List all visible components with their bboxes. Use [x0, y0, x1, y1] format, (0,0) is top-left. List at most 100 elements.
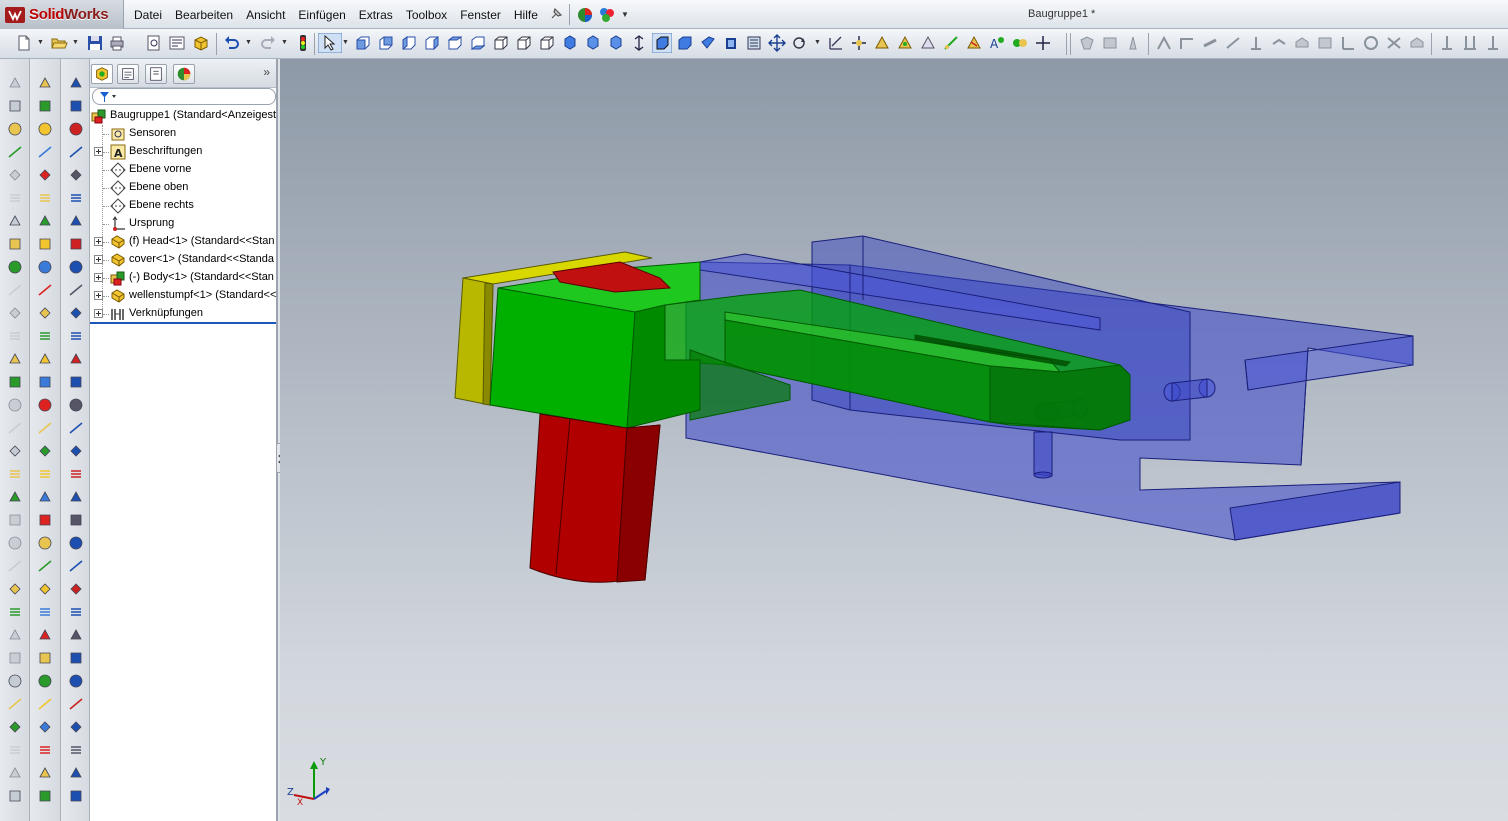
- interference-check-icon[interactable]: [965, 34, 983, 52]
- toolbar-tool-icon[interactable]: [37, 397, 53, 413]
- toolbar-tool-icon[interactable]: [7, 397, 23, 413]
- toolbar-tool-icon[interactable]: [68, 719, 84, 735]
- normal-to-icon[interactable]: [561, 34, 579, 52]
- toolbar-tool-icon[interactable]: [37, 604, 53, 620]
- toolbar-tool-icon[interactable]: [68, 282, 84, 298]
- toolbar-tool-icon[interactable]: [68, 489, 84, 505]
- tree-item-ebene-vorne[interactable]: Ebene vorne: [90, 161, 276, 179]
- toolbar-tool-icon[interactable]: [37, 236, 53, 252]
- toolbar-tool-icon[interactable]: [7, 144, 23, 160]
- menu-ansicht[interactable]: Ansicht: [246, 8, 285, 22]
- shaded-icon[interactable]: [676, 34, 694, 52]
- expand-toggle-icon[interactable]: [94, 255, 103, 264]
- toolbar-tool-icon[interactable]: [7, 696, 23, 712]
- view-bottom-icon[interactable]: [469, 34, 487, 52]
- select-arrow-icon[interactable]: [318, 33, 342, 53]
- view-trimetric-icon[interactable]: [515, 34, 533, 52]
- tree-item-wellenstumpf[interactable]: wellenstumpf<1> (Standard<<: [90, 287, 276, 305]
- undo-icon[interactable]: [223, 34, 241, 52]
- tree-item-sensoren[interactable]: Sensoren: [90, 125, 276, 143]
- toolbar-tool-icon[interactable]: [7, 788, 23, 804]
- section-view-icon[interactable]: [699, 34, 717, 52]
- toolbar-tool-icon[interactable]: [7, 213, 23, 229]
- zoom-to-fit-icon[interactable]: [630, 34, 648, 52]
- toolbar-tool-icon[interactable]: [68, 765, 84, 781]
- toolbar-tool-icon[interactable]: [68, 788, 84, 804]
- toolbar-tool-icon[interactable]: [7, 75, 23, 91]
- toolbar-tool-icon[interactable]: [37, 282, 53, 298]
- assembly-feature-icon[interactable]: [873, 34, 891, 52]
- toolbar-tool-icon[interactable]: [7, 512, 23, 528]
- hidden-lines-icon[interactable]: [722, 34, 740, 52]
- tree-item-ebene-rechts[interactable]: Ebene rechts: [90, 197, 276, 215]
- toolbar-tool-icon[interactable]: [68, 696, 84, 712]
- pan-icon[interactable]: [768, 34, 786, 52]
- toolbar-tool-icon[interactable]: [37, 259, 53, 275]
- menu-extras[interactable]: Extras: [359, 8, 393, 22]
- rotate-view-icon[interactable]: [791, 34, 809, 52]
- disabled-tool-icon[interactable]: [1101, 34, 1119, 52]
- feature-tree-tab-icon[interactable]: [91, 64, 113, 84]
- rotate-dropdown-arrow[interactable]: ▼: [814, 39, 821, 46]
- toolbar-tool-icon[interactable]: [7, 627, 23, 643]
- toolbar-tool-icon[interactable]: [7, 489, 23, 505]
- toolbar-tool-icon[interactable]: [68, 190, 84, 206]
- disabled-tool-icon[interactable]: [1408, 34, 1426, 52]
- disabled-tool-icon[interactable]: [1078, 34, 1096, 52]
- disabled-tool-icon[interactable]: [1224, 34, 1242, 52]
- toolbar-tool-icon[interactable]: [68, 351, 84, 367]
- expand-toggle-icon[interactable]: [94, 237, 103, 246]
- menu-fenster[interactable]: Fenster: [460, 8, 501, 22]
- smart-fasteners-icon[interactable]: [896, 34, 914, 52]
- open-dropdown-arrow[interactable]: ▼: [72, 39, 79, 46]
- explode-line-icon[interactable]: [942, 34, 960, 52]
- shaded-with-edges-icon[interactable]: [652, 33, 672, 53]
- toolbar-tool-icon[interactable]: [7, 259, 23, 275]
- redo-icon[interactable]: [259, 34, 277, 52]
- toolbar-tool-icon[interactable]: [68, 75, 84, 91]
- scene-icon[interactable]: [598, 7, 616, 23]
- toolbar-tool-icon[interactable]: [37, 489, 53, 505]
- disabled-tool-icon[interactable]: [1316, 34, 1334, 52]
- disabled-tool-icon[interactable]: [1247, 34, 1265, 52]
- menu-einfuegen[interactable]: Einfügen: [298, 8, 345, 22]
- feature-tree-filter[interactable]: [92, 88, 276, 105]
- menu-datei[interactable]: Datei: [134, 8, 162, 22]
- toolbar-tool-icon[interactable]: [68, 627, 84, 643]
- disabled-tool-icon[interactable]: [1293, 34, 1311, 52]
- toolbar-tool-icon[interactable]: [7, 236, 23, 252]
- new-document-icon[interactable]: [15, 34, 33, 52]
- disabled-tool-icon[interactable]: [1484, 34, 1502, 52]
- view-front-icon[interactable]: [354, 34, 372, 52]
- toolbar-tool-icon[interactable]: [68, 742, 84, 758]
- toolbar-tool-icon[interactable]: [68, 650, 84, 666]
- toolbar-tool-icon[interactable]: [37, 213, 53, 229]
- hole-alignment-icon[interactable]: A: [988, 34, 1006, 52]
- toolbar-tool-icon[interactable]: [7, 443, 23, 459]
- expand-panel-icon[interactable]: »: [263, 65, 270, 79]
- toolbar-tool-icon[interactable]: [7, 719, 23, 735]
- configuration-manager-tab-icon[interactable]: [145, 64, 167, 84]
- toolbar-tool-icon[interactable]: [68, 466, 84, 482]
- disabled-tool-icon[interactable]: [1385, 34, 1403, 52]
- tree-item-ebene-oben[interactable]: Ebene oben: [90, 179, 276, 197]
- disabled-tool-icon[interactable]: [1155, 34, 1173, 52]
- toolbar-tool-icon[interactable]: [68, 420, 84, 436]
- toolbar-tool-icon[interactable]: [7, 190, 23, 206]
- toolbar-tool-icon[interactable]: [37, 765, 53, 781]
- toolbar-tool-icon[interactable]: [68, 512, 84, 528]
- toolbar-tool-icon[interactable]: [7, 765, 23, 781]
- tree-item-head[interactable]: (f) Head<1> (Standard<<Stan: [90, 233, 276, 251]
- expand-toggle-icon[interactable]: [94, 291, 103, 300]
- toolbar-tool-icon[interactable]: [7, 305, 23, 321]
- view-back-icon[interactable]: [377, 34, 395, 52]
- toolbar-tool-icon[interactable]: [37, 98, 53, 114]
- disabled-tool-icon[interactable]: [1201, 34, 1219, 52]
- toolbar-tool-icon[interactable]: [7, 673, 23, 689]
- toolbar-tool-icon[interactable]: [68, 558, 84, 574]
- toolbar-tool-icon[interactable]: [37, 581, 53, 597]
- expand-toggle-icon[interactable]: [94, 309, 103, 318]
- disabled-tool-icon[interactable]: [1270, 34, 1288, 52]
- rollback-bar[interactable]: [90, 322, 276, 324]
- toolbar-tool-icon[interactable]: [7, 351, 23, 367]
